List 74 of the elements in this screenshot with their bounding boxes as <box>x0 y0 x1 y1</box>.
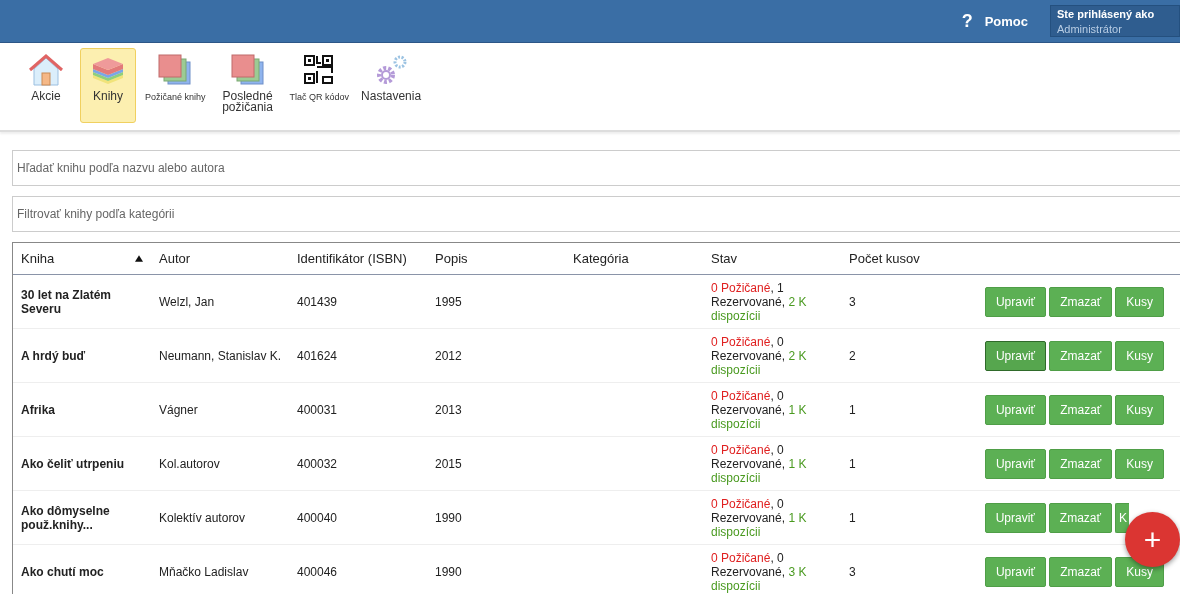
book-title: Ako dômyselne použ.knihy... <box>20 503 111 532</box>
action-button[interactable]: Kusy <box>1115 340 1164 371</box>
table-cell-text: 1 <box>848 456 857 471</box>
book-title: 30 let na Zlatém Severu <box>20 287 113 316</box>
table-cell-text: 3 <box>848 294 857 309</box>
action-button[interactable]: Zmazať <box>1049 448 1113 479</box>
table-cell-text: 400046 <box>296 564 339 579</box>
status-text: 0 Požičané, 0 Rezervované, 1 K dispozícii <box>711 442 808 485</box>
action-button[interactable]: Upraviť <box>984 394 1047 425</box>
action-button[interactable]: Upraviť <box>984 502 1046 533</box>
action-button[interactable]: Upraviť <box>984 448 1047 479</box>
table-cell-text: 2 <box>848 348 857 363</box>
user-name: Administrátor <box>1057 23 1123 35</box>
table-cell-text: 400040 <box>296 510 339 525</box>
status-text: 0 Požičané, 0 Rezervované, 1 K dispozícii <box>711 496 808 539</box>
toolbar-button[interactable]: Akcie <box>18 48 74 123</box>
toolbar-button[interactable]: Nastavenia <box>358 48 425 123</box>
status-text: 0 Požičané, 1 Rezervované, 2 K dispozícii <box>711 280 808 323</box>
action-button[interactable]: Kusy <box>1115 394 1164 425</box>
table-cell-text: 2012 <box>434 348 463 363</box>
status-text: 0 Požičané, 0 Rezervované, 3 K dispozícii <box>711 550 808 593</box>
action-button[interactable]: Zmazať <box>1049 340 1113 371</box>
table-cell-text: 400032 <box>296 456 339 471</box>
table-cell-text: 1990 <box>434 510 463 525</box>
house-icon <box>28 53 64 87</box>
action-button[interactable]: Upraviť <box>984 286 1047 317</box>
action-button[interactable]: Kusy <box>1115 448 1164 479</box>
table-cell-text: Kolektív autorov <box>158 510 247 525</box>
action-button[interactable]: Zmazať <box>1049 286 1113 317</box>
toolbar-button[interactable]: Tlač QR kódov <box>286 48 353 123</box>
table-cell-text: Mňačko Ladislav <box>158 564 250 579</box>
table-cell-text: 1990 <box>434 564 463 579</box>
toolbar-button[interactable]: Požičané knihy <box>142 48 209 123</box>
action-button[interactable]: Zmazať <box>1049 556 1113 587</box>
table-cell-text: 401439 <box>296 294 339 309</box>
table-cell-text: Kol.autorov <box>158 456 221 471</box>
column-header[interactable]: Identifikátor (ISBN) <box>289 251 427 266</box>
column-header[interactable]: Počet kusov <box>841 251 959 266</box>
action-button[interactable]: K <box>1115 502 1129 533</box>
column-header[interactable]: Stav <box>703 251 841 266</box>
action-button[interactable]: Kusy <box>1115 286 1164 317</box>
table-cell-text: 401624 <box>296 348 339 363</box>
table-cell-text: Vágner <box>158 402 199 417</box>
action-button[interactable]: Upraviť <box>984 556 1047 587</box>
column-header[interactable]: Autor <box>151 251 289 266</box>
toolbar-button[interactable]: Knihy <box>80 48 136 123</box>
book-title: Ako čeliť utrpeniu <box>20 456 126 471</box>
column-header[interactable]: Popis <box>427 251 565 266</box>
table-cell-text: Neumann, Stanislav K. <box>158 348 283 363</box>
book-title: A hrdý buď <box>20 348 87 363</box>
table-cell-text: 2015 <box>434 456 463 471</box>
book-title: Ako chutí moc <box>20 564 105 579</box>
user-label: Ste prihlásený ako <box>1057 8 1156 20</box>
book-title: Afrika <box>20 402 56 417</box>
action-button[interactable]: Zmazať <box>1049 394 1113 425</box>
table-cell-text: 1995 <box>434 294 463 309</box>
table-cell-text: 1 <box>848 402 857 417</box>
action-button[interactable]: Zmazať <box>1048 502 1112 533</box>
action-button[interactable]: Upraviť <box>984 340 1047 371</box>
table-cell-text: Welzl, Jan <box>158 294 216 309</box>
stacked-squares-icon <box>229 53 266 87</box>
table-cell-text: 3 <box>848 564 857 579</box>
stacked-squares-icon <box>157 53 194 87</box>
table-cell-text: 1 <box>848 510 857 525</box>
column-header[interactable]: Kniha <box>13 251 151 266</box>
column-header[interactable]: Kategória <box>565 251 703 266</box>
status-text: 0 Požičané, 0 Rezervované, 1 K dispozícii <box>711 388 808 431</box>
help-button[interactable]: ? Pomoc <box>961 10 1028 32</box>
table-cell-text: 2013 <box>434 402 463 417</box>
search-field[interactable]: Hľadať knihu podľa nazvu alebo autora <box>12 150 1180 186</box>
toolbar-button[interactable]: Posledné požičania <box>214 48 281 123</box>
status-text: 0 Požičané, 0 Rezervované, 2 K dispozícii <box>711 334 808 377</box>
filter-field[interactable]: Filtrovať knihy podľa kategórii <box>12 196 1180 232</box>
table-cell-text: 400031 <box>296 402 339 417</box>
